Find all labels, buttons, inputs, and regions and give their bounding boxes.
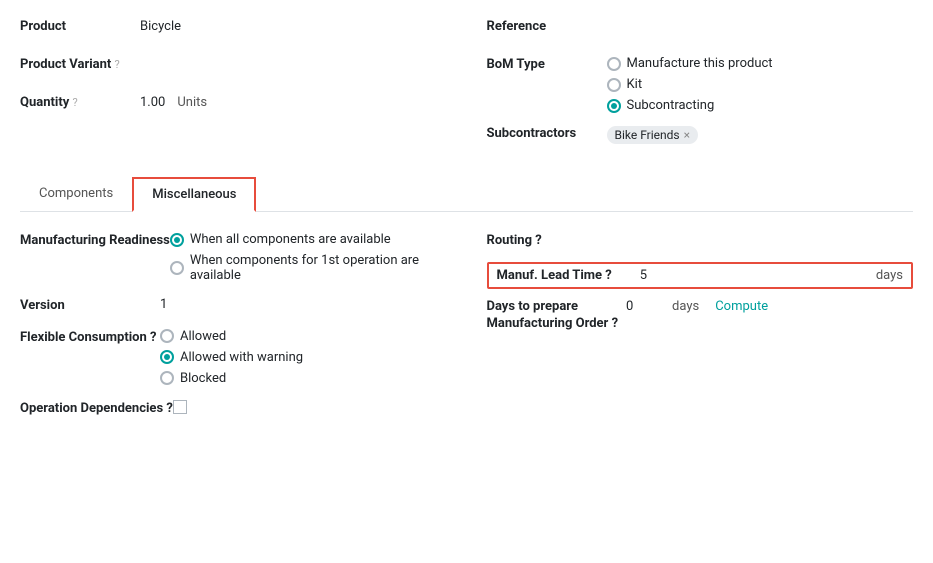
- bom-type-row: BoM Type Manufacture this product Kit Su…: [487, 54, 914, 113]
- flexible-blocked-label: Blocked: [180, 371, 226, 386]
- flexible-consumption-label: Flexible Consumption ?: [20, 327, 160, 347]
- reference-row: Reference: [487, 16, 914, 44]
- subcontractors-label: Subcontractors: [487, 123, 607, 141]
- product-variant-help: ?: [115, 58, 120, 71]
- routing-row: Routing ?: [487, 230, 914, 250]
- subcontractors-row: Subcontractors Bike Friends ×: [487, 123, 914, 151]
- flexible-radio-warning: [160, 350, 174, 364]
- subcontracting-label: Subcontracting: [627, 98, 715, 113]
- readiness-first-operation[interactable]: When components for 1st operation are av…: [170, 253, 447, 283]
- days-prepare-unit: days: [672, 299, 699, 314]
- manufacturing-readiness-label: Manufacturing Readiness: [20, 230, 170, 250]
- bom-type-options: Manufacture this product Kit Subcontract…: [607, 54, 773, 113]
- bom-type-label: BoM Type: [487, 54, 607, 72]
- readiness-all-components[interactable]: When all components are available: [170, 232, 447, 247]
- flexible-blocked[interactable]: Blocked: [160, 371, 447, 386]
- manuf-lead-time-label: Manuf. Lead Time ?: [497, 268, 612, 283]
- subcontractor-name: Bike Friends: [615, 128, 680, 142]
- days-prepare-row: Days to prepareManufacturing Order ? 0 d…: [487, 299, 914, 333]
- left-fields: Product Bicycle Product Variant ? Quanti…: [20, 16, 447, 161]
- flexible-allowed-warning[interactable]: Allowed with warning: [160, 350, 447, 365]
- bom-radio-kit: [607, 78, 621, 92]
- product-label: Product: [20, 16, 140, 34]
- tab-miscellaneous[interactable]: Miscellaneous: [132, 177, 256, 212]
- readiness-options: When all components are available When c…: [170, 230, 447, 283]
- subcontractors-value: Bike Friends ×: [607, 123, 914, 144]
- flexible-consumption-help: ?: [150, 330, 156, 345]
- misc-content: Manufacturing Readiness When all compone…: [20, 230, 913, 430]
- bom-option-manufacture[interactable]: Manufacture this product: [607, 56, 773, 71]
- quantity-units: Units: [177, 95, 207, 110]
- tab-bar: Components Miscellaneous: [20, 177, 913, 212]
- days-prepare-label: Days to prepareManufacturing Order ?: [487, 299, 619, 333]
- top-form-section: Product Bicycle Product Variant ? Quanti…: [20, 16, 913, 161]
- flexible-allowed[interactable]: Allowed: [160, 329, 447, 344]
- routing-value[interactable]: [627, 230, 914, 232]
- version-label: Version: [20, 295, 160, 315]
- product-row: Product Bicycle: [20, 16, 447, 44]
- reference-value[interactable]: [607, 16, 914, 19]
- flexible-consumption-row: Flexible Consumption ? Allowed Allowed w…: [20, 327, 447, 386]
- operation-deps-row: Operation Dependencies ?: [20, 398, 447, 418]
- product-variant-value[interactable]: [140, 54, 447, 57]
- operation-deps-label: Operation Dependencies ?: [20, 398, 173, 418]
- readiness-radio-all: [170, 233, 184, 247]
- misc-left-col: Manufacturing Readiness When all compone…: [20, 230, 447, 430]
- quantity-help: ?: [73, 96, 78, 109]
- subcontractor-remove-icon[interactable]: ×: [684, 128, 690, 142]
- compute-button[interactable]: Compute: [715, 299, 768, 314]
- flexible-radio-allowed: [160, 329, 174, 343]
- operation-deps-value: [173, 398, 447, 418]
- bom-option-subcontracting[interactable]: Subcontracting: [607, 98, 773, 113]
- manuf-lead-time-unit: days: [876, 268, 903, 283]
- manuf-lead-time-help: ?: [605, 268, 611, 283]
- manuf-lead-time-row: Manuf. Lead Time ? 5 days: [487, 262, 914, 289]
- routing-label: Routing ?: [487, 230, 627, 250]
- flexible-radio-blocked: [160, 371, 174, 385]
- bom-option-kit[interactable]: Kit: [607, 77, 773, 92]
- product-value[interactable]: Bicycle: [140, 16, 447, 34]
- operation-deps-checkbox[interactable]: [173, 400, 187, 414]
- reference-label: Reference: [487, 16, 607, 34]
- flexible-allowed-label: Allowed: [180, 329, 226, 344]
- manuf-lead-time-value[interactable]: 5: [620, 268, 868, 283]
- version-value[interactable]: 1: [160, 295, 447, 312]
- quantity-row: Quantity ? 1.00 Units: [20, 92, 447, 120]
- product-variant-label: Product Variant ?: [20, 54, 140, 72]
- quantity-value[interactable]: 1.00: [140, 95, 165, 110]
- quantity-value-container: 1.00 Units: [140, 92, 447, 110]
- flexible-options: Allowed Allowed with warning Blocked: [160, 327, 447, 386]
- readiness-first-label: When components for 1st operation are av…: [190, 253, 447, 283]
- misc-right-col: Routing ? Manuf. Lead Time ? 5 days Days…: [487, 230, 914, 430]
- product-variant-row: Product Variant ?: [20, 54, 447, 82]
- subcontractor-tag[interactable]: Bike Friends ×: [607, 126, 699, 144]
- routing-help: ?: [535, 233, 541, 248]
- tab-components[interactable]: Components: [20, 177, 132, 212]
- readiness-radio-first: [170, 261, 184, 275]
- flexible-warning-label: Allowed with warning: [180, 350, 303, 365]
- manufacturing-readiness-row: Manufacturing Readiness When all compone…: [20, 230, 447, 283]
- version-row: Version 1: [20, 295, 447, 315]
- bom-radio-subcontracting: [607, 99, 621, 113]
- bom-radio-manufacture: [607, 57, 621, 71]
- quantity-label: Quantity ?: [20, 92, 140, 110]
- readiness-all-label: When all components are available: [190, 232, 391, 247]
- days-prepare-value[interactable]: 0: [626, 299, 656, 314]
- right-fields: Reference BoM Type Manufacture this prod…: [487, 16, 914, 161]
- days-prepare-help: ?: [612, 316, 618, 331]
